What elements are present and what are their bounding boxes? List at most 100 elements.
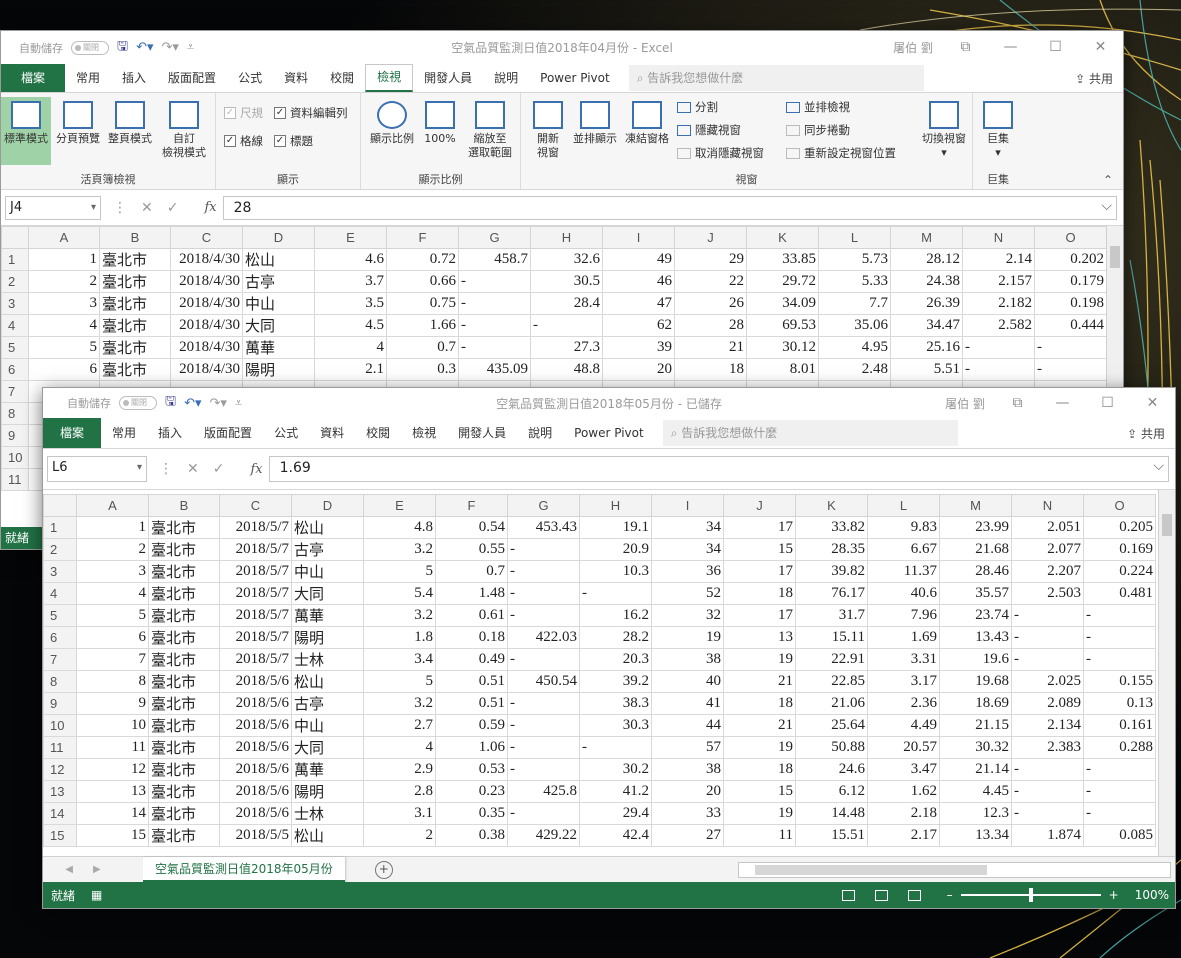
- cell[interactable]: 臺北市: [148, 648, 220, 671]
- row-header[interactable]: 6: [43, 626, 77, 649]
- cell[interactable]: 2018/4/30: [170, 358, 243, 381]
- cell[interactable]: 18: [674, 358, 747, 381]
- cell[interactable]: 5: [363, 670, 436, 693]
- cell[interactable]: 2.157: [962, 270, 1035, 293]
- column-header[interactable]: D: [242, 226, 315, 249]
- cell[interactable]: 21.06: [795, 692, 868, 715]
- cell[interactable]: 28.46: [939, 560, 1012, 583]
- cell[interactable]: 2018/5/7: [219, 538, 292, 561]
- row-header[interactable]: 3: [1, 292, 29, 315]
- cell[interactable]: 22.85: [795, 670, 868, 693]
- cell[interactable]: 2.089: [1011, 692, 1084, 715]
- formula-input[interactable]: 1.69: [268, 455, 1169, 482]
- share-button[interactable]: ⇪ 共用: [1075, 70, 1113, 87]
- tab-home[interactable]: 常用: [101, 419, 147, 447]
- user-name[interactable]: 屠伯 劉: [893, 39, 933, 56]
- cell[interactable]: 40: [651, 670, 724, 693]
- sheet-tab-active[interactable]: 空氣品質監測日值2018年05月份: [143, 856, 345, 883]
- split-button[interactable]: 分割: [677, 99, 718, 115]
- cell[interactable]: 23.99: [939, 516, 1012, 539]
- cell[interactable]: 21: [723, 714, 796, 737]
- cell[interactable]: -: [962, 336, 1035, 359]
- cell[interactable]: -: [507, 714, 580, 737]
- cell[interactable]: -: [1083, 626, 1156, 649]
- cell[interactable]: 0.3: [386, 358, 459, 381]
- cell[interactable]: -: [507, 802, 580, 825]
- column-header[interactable]: L: [867, 494, 940, 517]
- cell[interactable]: 松山: [291, 824, 364, 847]
- tab-view[interactable]: 檢視: [365, 64, 414, 92]
- redo-icon[interactable]: ↷▾: [162, 40, 179, 55]
- cell[interactable]: 中山: [242, 292, 315, 315]
- cell[interactable]: -: [458, 336, 531, 359]
- customize-qat-icon[interactable]: ⩡: [187, 40, 194, 55]
- cell[interactable]: 2018/5/6: [219, 780, 292, 803]
- share-button[interactable]: ⇪ 共用: [1127, 425, 1165, 442]
- cell[interactable]: 2018/5/7: [219, 516, 292, 539]
- undo-icon[interactable]: ↶▾: [184, 396, 201, 411]
- close-icon[interactable]: ✕: [1130, 388, 1175, 418]
- cell[interactable]: 24.6: [795, 758, 868, 781]
- cell[interactable]: 3.7: [314, 270, 387, 293]
- tab-page-layout[interactable]: 版面配置: [193, 419, 263, 447]
- row-header[interactable]: 8: [1, 402, 29, 425]
- customize-qat-icon[interactable]: ⩡: [235, 396, 242, 411]
- cell[interactable]: 20.9: [579, 538, 652, 561]
- cell[interactable]: 13.43: [939, 626, 1012, 649]
- tab-power-pivot[interactable]: Power Pivot: [529, 64, 621, 92]
- cell[interactable]: 20.3: [579, 648, 652, 671]
- cell[interactable]: 39.82: [795, 560, 868, 583]
- insert-function-icon[interactable]: fx: [250, 462, 262, 477]
- cell[interactable]: 4: [76, 582, 149, 605]
- vertical-scrollbar[interactable]: [1158, 490, 1175, 856]
- cell[interactable]: 2: [28, 270, 100, 293]
- cell[interactable]: 1.69: [867, 626, 940, 649]
- column-header[interactable]: A: [28, 226, 100, 249]
- cell[interactable]: 2.025: [1011, 670, 1084, 693]
- row-header[interactable]: 10: [43, 714, 77, 737]
- cell[interactable]: 臺北市: [99, 270, 171, 293]
- cell[interactable]: 30.3: [579, 714, 652, 737]
- cell[interactable]: 17: [723, 516, 796, 539]
- zoom-out-icon[interactable]: –: [947, 888, 953, 902]
- cell[interactable]: 19.1: [579, 516, 652, 539]
- horizontal-scrollbar[interactable]: [738, 862, 1171, 878]
- cell[interactable]: 0.202: [1034, 248, 1107, 271]
- cell[interactable]: 13: [76, 780, 149, 803]
- cell[interactable]: 8: [76, 670, 149, 693]
- cell[interactable]: 25.64: [795, 714, 868, 737]
- column-header[interactable]: J: [674, 226, 747, 249]
- cell[interactable]: 17: [723, 604, 796, 627]
- cell[interactable]: 41: [651, 692, 724, 715]
- cell[interactable]: -: [1011, 758, 1084, 781]
- cell[interactable]: 臺北市: [148, 824, 220, 847]
- row-header[interactable]: 1: [43, 516, 77, 539]
- save-icon[interactable]: 🖫: [165, 392, 176, 414]
- cell[interactable]: 8.01: [746, 358, 819, 381]
- cell[interactable]: 12: [76, 758, 149, 781]
- cell[interactable]: 458.7: [458, 248, 531, 271]
- cell[interactable]: 18: [723, 582, 796, 605]
- column-header[interactable]: C: [170, 226, 243, 249]
- cell[interactable]: 27.3: [530, 336, 603, 359]
- cell[interactable]: 3.2: [363, 604, 436, 627]
- cell[interactable]: 2018/5/7: [219, 582, 292, 605]
- cell[interactable]: 7.7: [818, 292, 891, 315]
- sync-scroll-button[interactable]: 同步捲動: [786, 122, 850, 138]
- cell[interactable]: 2018/4/30: [170, 248, 243, 271]
- cell[interactable]: 15.51: [795, 824, 868, 847]
- cell[interactable]: 0.23: [435, 780, 508, 803]
- column-header[interactable]: N: [962, 226, 1035, 249]
- cell[interactable]: 42.4: [579, 824, 652, 847]
- tab-power-pivot[interactable]: Power Pivot: [563, 419, 655, 447]
- tab-view[interactable]: 檢視: [401, 419, 447, 447]
- cell[interactable]: 士林: [291, 802, 364, 825]
- cell-table[interactable]: A B C D E F G H I J K L M N O 1 1 臺北市 2018/5/7 松山 4.8 0.54 453…: [43, 494, 1156, 847]
- cell[interactable]: 大同: [291, 582, 364, 605]
- cell[interactable]: 9: [76, 692, 149, 715]
- tab-data[interactable]: 資料: [309, 419, 355, 447]
- maximize-icon[interactable]: ☐: [1033, 31, 1078, 64]
- cell[interactable]: 3.5: [314, 292, 387, 315]
- cell[interactable]: 20: [602, 358, 675, 381]
- cell[interactable]: 3.1: [363, 802, 436, 825]
